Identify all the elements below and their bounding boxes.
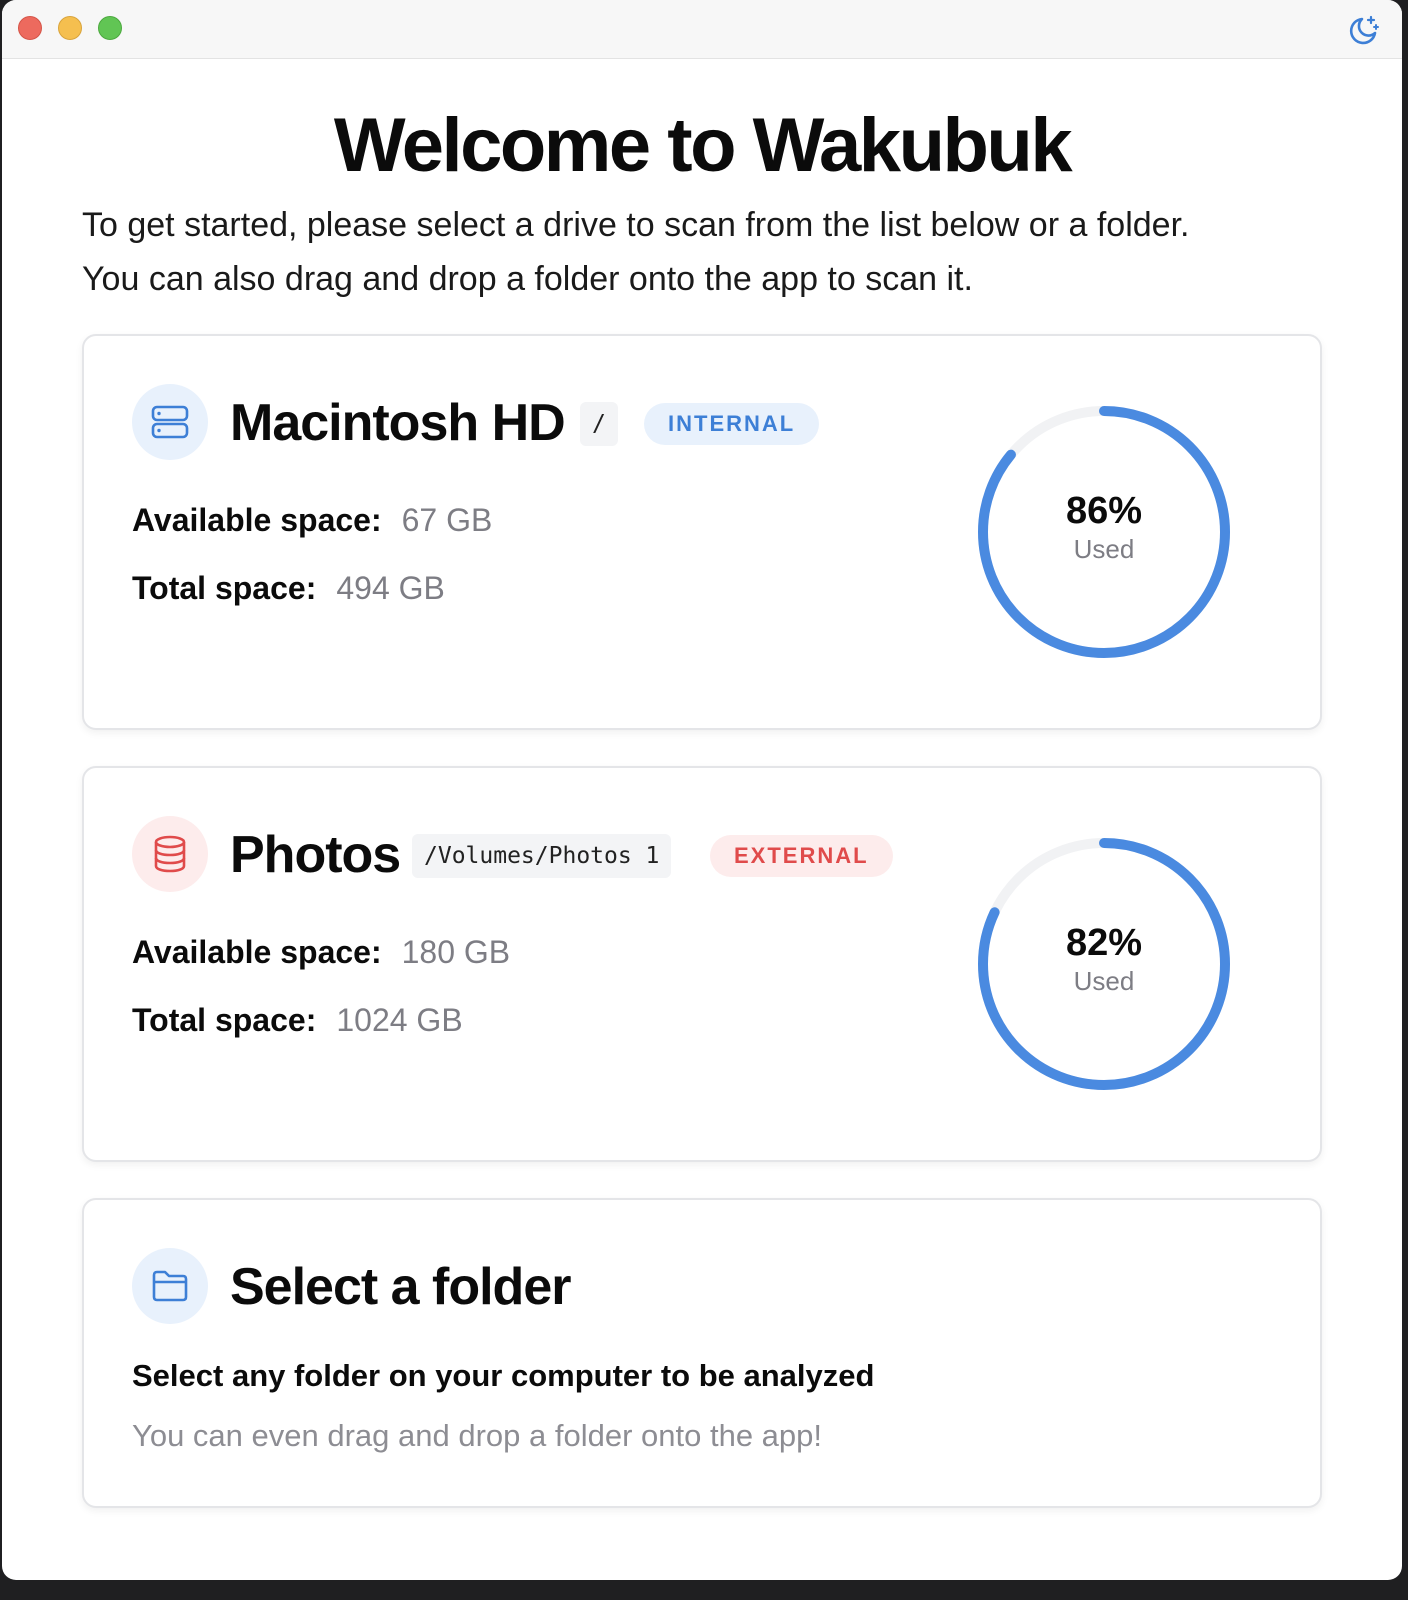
usage-percent: 86% [1065,490,1143,532]
total-space: Total space: 494 GB [132,568,445,608]
title-bar [2,0,1402,59]
intro-line-1: To get started, please select a drive to… [82,206,1190,244]
close-window-button[interactable] [18,16,42,40]
select-folder-card[interactable]: Select a folder Select any folder on you… [82,1198,1322,1508]
theme-toggle-button[interactable] [1346,14,1380,48]
app-window: Welcome to Wakubuk To get started, pleas… [2,0,1402,1580]
usage-gauge: 82% Used [974,834,1234,1094]
total-space-value: 494 GB [336,570,445,606]
drive-name: Macintosh HD [230,394,566,452]
total-space: Total space: 1024 GB [132,1000,463,1040]
available-space: Available space: 67 GB [132,500,492,540]
available-space-value: 67 GB [401,502,493,538]
available-space-label: Available space: [132,934,382,970]
usage-label: Used [1073,966,1135,996]
total-space-value: 1024 GB [336,1002,463,1038]
available-space: Available space: 180 GB [132,932,510,972]
usage-gauge: 86% Used [974,402,1234,662]
available-space-label: Available space: [132,502,382,538]
page-title: Welcome to Wakubuk [333,103,1073,188]
drive-path: / [580,402,618,446]
drive-name: Photos [230,826,401,884]
drive-type-badge: INTERNAL [644,403,820,445]
zoom-window-button[interactable] [98,16,122,40]
drive-path: /Volumes/Photos 1 [412,834,672,878]
folder-icon [152,1270,188,1302]
drive-card-macintosh-hd[interactable]: Macintosh HD / INTERNAL Available space:… [82,334,1322,730]
drive-icon-badge [132,816,208,892]
folder-card-title: Select a folder [230,1258,571,1316]
folder-icon-badge [132,1248,208,1324]
intro-line-2: You can also drag and drop a folder onto… [82,260,973,298]
minimize-window-button[interactable] [58,16,82,40]
moon-stars-icon [1349,15,1379,45]
server-icon [151,405,189,439]
total-space-label: Total space: [132,570,317,606]
total-space-label: Total space: [132,1002,317,1038]
database-icon [154,835,186,873]
usage-percent: 82% [1065,922,1143,964]
main-content: Welcome to Wakubuk To get started, pleas… [2,58,1402,1580]
intro-text: To get started, please select a drive to… [82,198,1322,306]
drive-type-badge: EXTERNAL [710,835,893,877]
drive-card-photos[interactable]: Photos /Volumes/Photos 1 EXTERNAL Availa… [82,766,1322,1162]
folder-card-hint: You can even drag and drop a folder onto… [132,1418,823,1453]
available-space-value: 180 GB [401,934,511,970]
folder-card-subtitle: Select any folder on your computer to be… [132,1358,875,1393]
usage-label: Used [1073,534,1135,564]
drive-icon-badge [132,384,208,460]
